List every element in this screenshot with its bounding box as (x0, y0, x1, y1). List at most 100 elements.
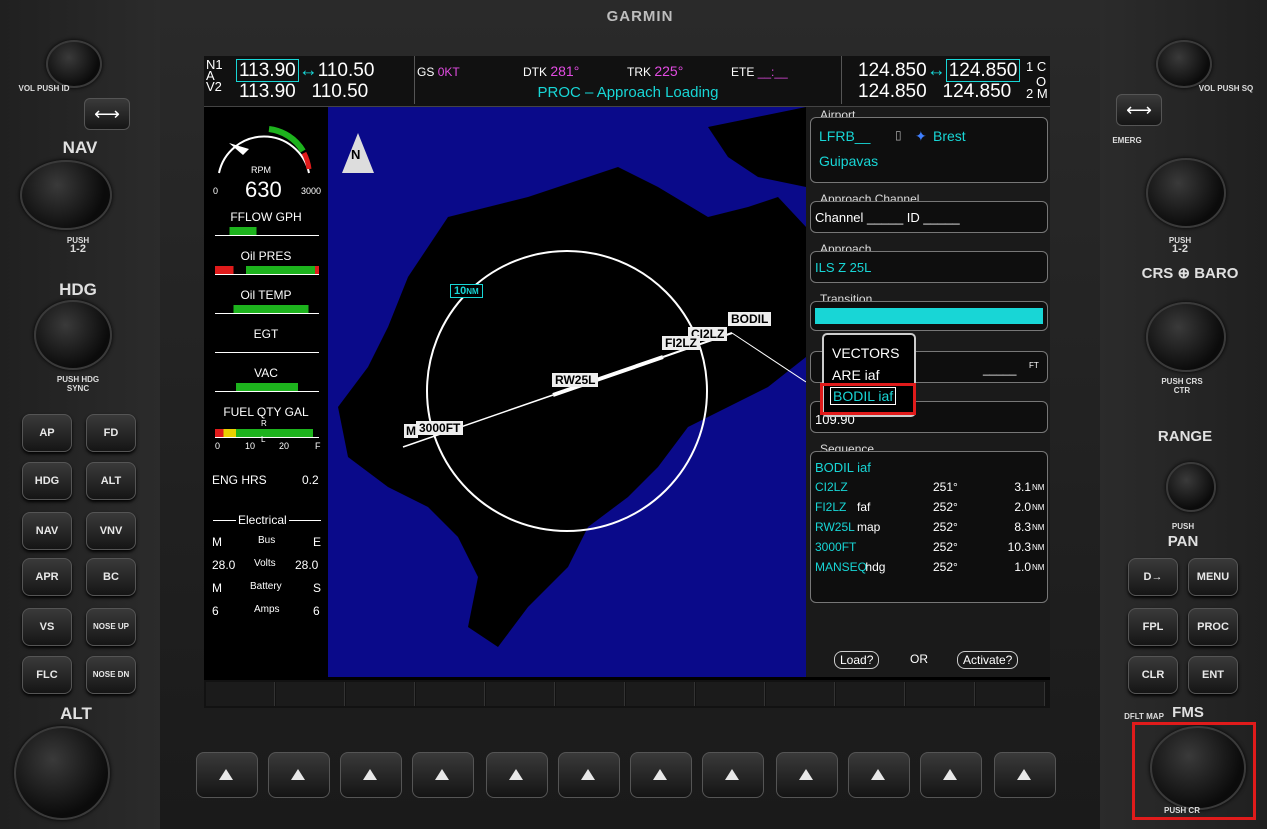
sequence-unit: NM (1032, 563, 1045, 572)
oil-temp-bar (215, 305, 319, 314)
airport-name: Guipavas (819, 153, 879, 169)
airport-city: Brest (933, 128, 966, 144)
alt-button[interactable]: ALT (86, 462, 136, 500)
com-label-c: C (1036, 59, 1047, 74)
hdg-button[interactable]: HDG (22, 462, 72, 500)
nose-dn-button[interactable]: NOSE DN (86, 656, 136, 694)
top-status-bar: N1 A V2 113.90 ↔110.50 113.90 110.50 GS 0KT… (204, 56, 1050, 107)
nose-up-button[interactable]: NOSE UP (86, 608, 136, 646)
map-range-label[interactable]: 10NM (450, 284, 483, 298)
gs-value: 0KT (437, 65, 460, 79)
sequence-waypoint: MANSEQ (815, 560, 868, 574)
softkey-button[interactable] (268, 752, 330, 798)
menu-button[interactable]: MENU (1188, 558, 1238, 596)
softkey-button[interactable] (412, 752, 474, 798)
alt-knob[interactable] (14, 726, 110, 820)
pan-label: PAN (1167, 533, 1199, 550)
egt-label: EGT (253, 327, 279, 341)
softkey-button[interactable] (994, 752, 1056, 798)
ent-button[interactable]: ENT (1188, 656, 1238, 694)
ap-button[interactable]: AP (22, 414, 72, 452)
sequence-distance: 10.3 (1007, 540, 1031, 554)
com2-active-freq[interactable]: 124.850 (943, 81, 1012, 102)
moving-map[interactable]: N 10NM BODIL CI2LZ FI2LZ RW25L M 3000FT (328, 107, 806, 677)
battery-m: M (212, 581, 222, 595)
range-knob[interactable] (1166, 462, 1216, 512)
nav-button[interactable]: NAV (22, 512, 72, 550)
softkey-button[interactable] (196, 752, 258, 798)
softkey-button[interactable] (920, 752, 982, 798)
nav2-standby-freq[interactable]: 110.50 (312, 81, 369, 102)
sequence-suffix: map (857, 520, 881, 534)
crs-label: CRS (1141, 265, 1174, 282)
dropdown-option-vectors[interactable]: VECTORS (832, 345, 899, 361)
proc-button[interactable]: PROC (1188, 608, 1238, 646)
approach-channel-field[interactable]: Channel _____ ID _____ (810, 201, 1048, 233)
activate-button[interactable]: Activate? (957, 651, 1019, 669)
nav-swap-button[interactable]: ⟷ (84, 98, 130, 130)
up-triangle-icon (219, 769, 233, 780)
trk-label: TRK (627, 65, 651, 79)
dropdown-option-are-iaf[interactable]: ARE iaf (832, 367, 879, 383)
baro-icon: ⊕ (1177, 265, 1191, 282)
com-vol-knob[interactable] (1156, 40, 1212, 88)
nav1-active-freq[interactable]: 113.90 (236, 59, 299, 82)
wpt-3000ft: 3000FT (416, 421, 464, 435)
channel-text: Channel _____ ID _____ (815, 210, 960, 225)
bus-e: E (313, 535, 322, 549)
softkey-button[interactable] (558, 752, 620, 798)
airport-field[interactable]: LFRB__ ▯ ✦ Brest Guipavas (810, 117, 1048, 183)
softkey-button[interactable] (486, 752, 548, 798)
up-triangle-icon (1017, 769, 1031, 780)
or-label: OR (910, 652, 928, 666)
dflt-map-label: DFLT MAP (1124, 712, 1164, 721)
vol-knob[interactable] (46, 40, 102, 88)
crs-baro-knob[interactable] (1146, 302, 1226, 372)
dtk-label: DTK (523, 65, 547, 79)
transition-field[interactable] (810, 301, 1048, 331)
softkey-button[interactable] (340, 752, 402, 798)
com-knob[interactable] (1146, 158, 1226, 228)
approach-field[interactable]: ILS Z 25L (810, 251, 1048, 283)
fd-button[interactable]: FD (86, 414, 136, 452)
apr-button[interactable]: APR (22, 558, 72, 596)
softkey-button[interactable] (848, 752, 910, 798)
direct-to-button[interactable]: D→ (1128, 558, 1178, 596)
fms-label: FMS (1172, 704, 1204, 721)
com1-active-freq[interactable]: 124.850 (945, 59, 1021, 82)
com1-standby-freq[interactable]: 124.850 (858, 60, 927, 81)
up-triangle-icon (871, 769, 885, 780)
push-pan-label: PUSH (1171, 522, 1195, 531)
softkey-label-slot (276, 682, 345, 706)
wpt-bodil: BODIL (728, 312, 772, 326)
fpl-button[interactable]: FPL (1128, 608, 1178, 646)
vnv-button[interactable]: VNV (86, 512, 136, 550)
up-triangle-icon (363, 769, 377, 780)
trk-value: 225° (654, 63, 684, 79)
softkey-label-slot (906, 682, 975, 706)
com-swap-button[interactable]: ⟷ (1116, 94, 1162, 126)
sequence-suffix: hdg (865, 560, 886, 574)
flc-button[interactable]: FLC (22, 656, 72, 694)
electrical-label: Electrical (236, 513, 289, 527)
load-button[interactable]: Load? (834, 651, 880, 669)
softkey-button[interactable] (776, 752, 838, 798)
range-label: RANGE (1157, 428, 1213, 445)
sequence-distance: 3.1 (1014, 480, 1031, 494)
nav-label-v: V (206, 79, 215, 94)
com2-standby-freq[interactable]: 124.850 (858, 81, 927, 102)
bc-button[interactable]: BC (86, 558, 136, 596)
hdg-knob[interactable] (34, 300, 112, 370)
nav1-standby-freq[interactable]: 110.50 (318, 60, 375, 81)
clr-button[interactable]: CLR (1128, 656, 1178, 694)
nav-knob[interactable] (20, 160, 112, 230)
sequence-row: 3000FT 252° 10.3 NM (811, 540, 1044, 560)
sequence-waypoint: CI2LZ (815, 480, 848, 494)
approach-value: ILS Z 25L (815, 260, 872, 275)
vs-button[interactable]: VS (22, 608, 72, 646)
softkey-button[interactable] (702, 752, 764, 798)
baro-label: BARO (1194, 265, 1239, 282)
softkey-label-slot (486, 682, 555, 706)
nav2-active-freq[interactable]: 113.90 (239, 81, 296, 102)
softkey-button[interactable] (630, 752, 692, 798)
